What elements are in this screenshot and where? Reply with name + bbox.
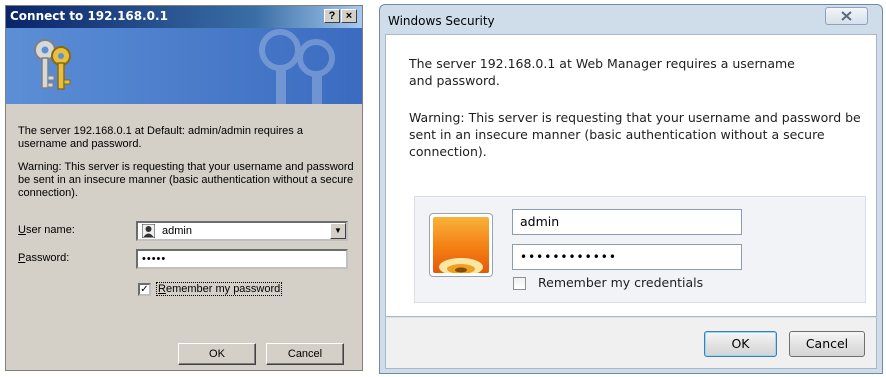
dropdown-arrow-icon[interactable]: ▼ [330, 223, 346, 239]
close-icon[interactable] [825, 7, 868, 25]
help-icon[interactable]: ? [324, 9, 340, 23]
user-icon [142, 224, 155, 238]
credential-tile: admin •••••••••••• Remember my credentia… [414, 196, 866, 303]
password-label: Password: [18, 252, 70, 264]
ok-button[interactable]: OK [704, 331, 777, 357]
cancel-button[interactable]: Cancel [266, 343, 344, 365]
remember-password-label[interactable]: Remember my password [156, 282, 283, 296]
xp-connect-dialog: Connect to 192.168.0.1 ? × The server 19… [5, 5, 363, 371]
keys-icon [34, 39, 71, 90]
xp-title-bar: Connect to 192.168.0.1 ? × [6, 6, 362, 28]
win7-security-dialog: Windows Security The server 192.168.0.1 … [379, 4, 883, 374]
win7-password-input[interactable]: •••••••••••• [512, 244, 742, 270]
remember-password-checkbox[interactable]: ✓ [138, 283, 151, 296]
xp-warning: Warning: This server is requesting that … [18, 161, 354, 199]
username-value: admin [162, 225, 192, 237]
xp-banner [6, 28, 362, 104]
remember-credentials-checkbox[interactable] [513, 277, 526, 290]
username-combobox[interactable]: admin ▼ [136, 221, 348, 241]
win7-content-pane: The server 192.168.0.1 at Web Manager re… [385, 34, 877, 317]
win7-username-input[interactable]: admin [512, 209, 742, 235]
win7-dialog-title: Windows Security [388, 14, 495, 28]
close-x-glyph [841, 11, 852, 21]
ok-button[interactable]: OK [178, 343, 256, 365]
keys-watermark-icon [259, 29, 335, 104]
username-label: User name: [18, 224, 75, 236]
close-icon[interactable]: × [341, 9, 357, 23]
cancel-button[interactable]: Cancel [789, 331, 865, 357]
flower-picture [439, 258, 483, 273]
xp-message: The server 192.168.0.1 at Default: admin… [18, 125, 303, 150]
remember-credentials-label[interactable]: Remember my credentials [538, 275, 703, 290]
win7-button-bar: OK Cancel [385, 317, 877, 369]
password-input[interactable]: ••••• [136, 249, 348, 269]
user-tile-icon [429, 213, 493, 277]
xp-dialog-title: Connect to 192.168.0.1 [10, 9, 168, 23]
win7-message: The server 192.168.0.1 at Web Manager re… [409, 56, 795, 88]
win7-warning: Warning: This server is requesting that … [409, 110, 861, 159]
